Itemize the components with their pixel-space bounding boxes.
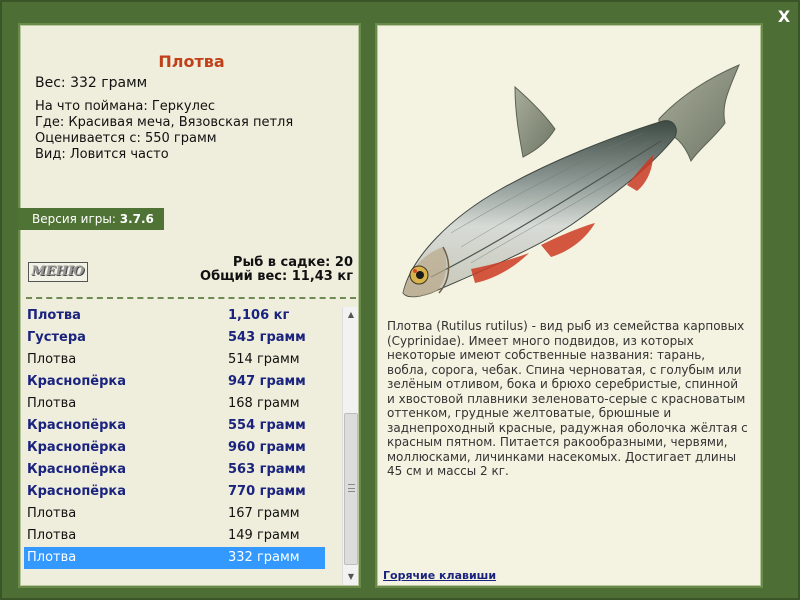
scroll-thumb[interactable]	[344, 413, 358, 565]
catch-fish-weight: 167 грамм	[228, 506, 300, 521]
catch-fish-name: Плотва	[27, 506, 77, 521]
close-button[interactable]: X	[775, 8, 793, 26]
catch-fish-weight: 1,106 кг	[228, 308, 290, 323]
catch-row[interactable]: Краснопёрка 563 грамм	[24, 459, 325, 481]
menu-button[interactable]: МЕНЮ	[28, 262, 88, 282]
catch-fish-name: Краснопёрка	[27, 374, 127, 389]
catch-list[interactable]: Плотва 1,106 кг Густера 543 грамм Плотва 514 …	[24, 305, 339, 587]
catch-row[interactable]: Плотва 168 грамм	[24, 393, 325, 415]
catch-fish-weight: 514 грамм	[228, 352, 300, 367]
fish-name-title: Плотва	[158, 52, 225, 71]
catch-fish-weight: 563 грамм	[228, 462, 306, 477]
catch-fish-name: Краснопёрка	[27, 440, 127, 455]
catch-fish-weight: 554 грамм	[228, 418, 306, 433]
catch-row[interactable]: Плотва 1,106 кг	[24, 305, 325, 327]
catch-fish-weight: 149 грамм	[228, 528, 300, 543]
catch-fish-name: Плотва	[27, 528, 77, 543]
catch-row[interactable]: Плотва 167 грамм	[24, 503, 325, 525]
fish-description-text: Плотва (Rutilus rutilus) - вид рыб из се…	[387, 319, 748, 478]
catch-fish-name: Плотва	[27, 396, 77, 411]
catch-fish-name: Плотва	[27, 352, 77, 367]
catch-fish-weight: 960 грамм	[228, 440, 306, 455]
catch-row[interactable]: Краснопёрка 554 грамм	[24, 415, 325, 437]
catch-info-panel: Плотва Вес: 332 грамм На что поймана: Ге…	[18, 23, 361, 588]
info-bait: На что поймана: Геркулес	[35, 99, 216, 114]
catch-row[interactable]: Густера 543 грамм	[24, 327, 325, 349]
catch-row[interactable]: Плотва 149 грамм	[24, 525, 325, 547]
hotkeys-link[interactable]: Горячие клавиши	[383, 569, 496, 582]
catch-fish-weight: 947 грамм	[228, 374, 306, 389]
fish-weight: Вес: 332 грамм	[35, 75, 148, 91]
catch-fish-name: Краснопёрка	[27, 462, 127, 477]
scroll-up-arrow-icon[interactable]: ▲	[343, 307, 359, 323]
version-value: 3.7.6	[119, 212, 154, 226]
catch-fish-weight: 168 грамм	[228, 396, 300, 411]
catch-row[interactable]: Плотва 514 грамм	[24, 349, 325, 371]
keepnet-count: Рыб в садке: 20	[232, 255, 353, 270]
version-label: Версия игры:	[32, 212, 120, 226]
catch-row[interactable]: Краснопёрка 947 грамм	[24, 371, 325, 393]
roach-fish-image	[402, 64, 740, 298]
catch-fish-name: Плотва	[27, 308, 81, 323]
catch-fish-name: Краснопёрка	[27, 418, 127, 433]
catch-fish-weight: 332 грамм	[228, 550, 300, 565]
info-location: Где: Красивая меча, Вязовская петля	[35, 115, 294, 130]
catch-row-selected[interactable]: Плотва 332 грамм	[24, 547, 325, 569]
catch-fish-name: Густера	[27, 330, 86, 345]
scroll-grip-icon	[348, 484, 355, 492]
catch-fish-weight: 543 грамм	[228, 330, 306, 345]
dashed-divider	[26, 297, 356, 299]
catch-row[interactable]: Краснопёрка 770 грамм	[24, 481, 325, 503]
catch-list-scrollbar[interactable]: ▲ ▼	[342, 307, 358, 585]
info-species-frequency: Вид: Ловится часто	[35, 147, 169, 162]
catch-fish-name: Плотва	[27, 550, 77, 565]
info-rated-from: Оценивается с: 550 грамм	[35, 131, 217, 146]
catch-fish-name: Краснопёрка	[27, 484, 127, 499]
catch-row[interactable]: Краснопёрка 960 грамм	[24, 437, 325, 459]
game-version-badge: Версия игры: 3.7.6	[18, 208, 164, 230]
scroll-down-arrow-icon[interactable]: ▼	[343, 569, 359, 585]
keepnet-total-weight: Общий вес: 11,43 кг	[200, 269, 353, 284]
fish-description-panel: Плотва (Rutilus rutilus) - вид рыб из се…	[375, 23, 763, 588]
game-window: X Плотва Вес: 332 грамм На что поймана: …	[0, 0, 800, 600]
catch-fish-weight: 770 грамм	[228, 484, 306, 499]
